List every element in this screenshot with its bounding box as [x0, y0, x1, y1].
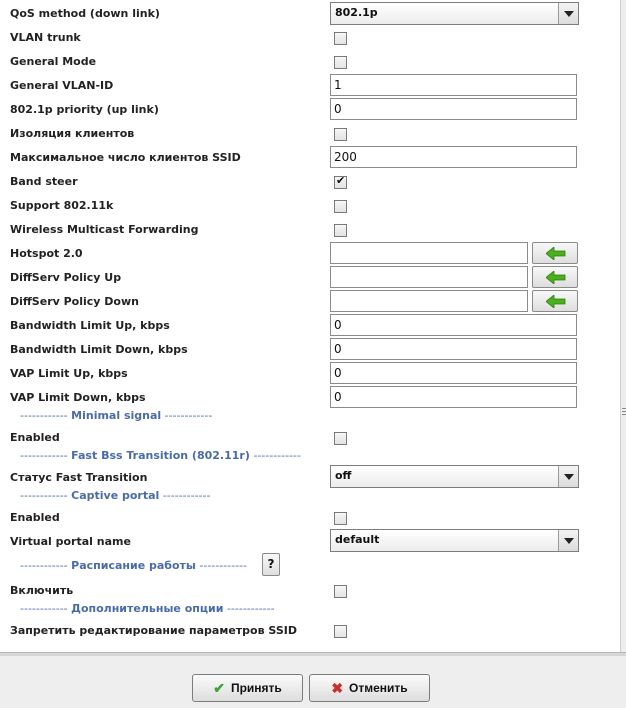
band-steer-checkbox[interactable] [334, 174, 347, 189]
fast-transition-status-select[interactable]: off [330, 465, 579, 488]
ssid-settings-form: QoS method (down link) 802.1p VLAN trunk… [0, 0, 620, 648]
chevron-down-icon[interactable] [558, 3, 578, 24]
max-clients-input[interactable]: 200 [330, 146, 577, 168]
vlan-trunk-label: VLAN trunk [10, 31, 81, 44]
captive-portal-enabled-checkbox[interactable] [334, 512, 347, 525]
virtual-portal-name-value: default [335, 533, 380, 546]
vap-down-input[interactable]: 0 [330, 386, 577, 408]
support-80211k-label: Support 802.11k [10, 199, 114, 212]
qos-method-value: 802.1p [335, 6, 378, 19]
scrollbar-grip [622, 414, 626, 415]
minimal-signal-enabled-checkbox[interactable] [334, 432, 347, 445]
cancel-button-label: Отменить [349, 681, 408, 695]
vap-down-label: VAP Limit Down, kbps [10, 391, 146, 404]
forbid-edit-checkbox[interactable] [334, 625, 347, 638]
scrollbar-grip [622, 408, 626, 409]
section-dashes-right: ------------ [162, 489, 211, 502]
scrollbar-grip [622, 411, 626, 412]
diffserv-down-apply-button[interactable] [532, 290, 578, 312]
accept-button-label: Принять [230, 681, 282, 695]
fast-transition-status-value: off [335, 469, 352, 482]
forbid-edit-label: Запретить редактирование параметров SSID [10, 624, 297, 637]
captive-portal-title: Captive portal [71, 489, 160, 502]
section-dashes-right: ------------ [199, 559, 247, 572]
fast-bss-section: ------------ Fast Bss Transition (802.11… [20, 449, 301, 463]
bw-up-input[interactable]: 0 [330, 314, 577, 336]
section-dashes-right: ------------ [253, 449, 301, 462]
captive-portal-section: ------------ Captive portal ------------ [20, 489, 210, 503]
arrow-left-icon [546, 247, 566, 260]
qos-method-select[interactable]: 802.1p [330, 2, 579, 25]
client-isolation-label: Изоляция клиентов [10, 127, 135, 140]
schedule-title: Расписание работы [71, 559, 196, 572]
x-icon: ✖ [331, 680, 344, 696]
schedule-section: ------------ Расписание работы ---------… [20, 559, 247, 573]
extra-options-title: Дополнительные опции [71, 602, 224, 615]
hotspot20-input[interactable] [330, 242, 528, 264]
section-dashes-left: ------------ [20, 559, 68, 572]
bw-up-label: Bandwidth Limit Up, kbps [10, 319, 170, 332]
chevron-down-icon[interactable] [558, 530, 578, 551]
hotspot20-label: Hotspot 2.0 [10, 247, 83, 260]
diffserv-down-input[interactable] [330, 290, 528, 312]
check-icon: ✔ [213, 680, 225, 696]
section-dashes-right: ------------ [226, 602, 275, 615]
bw-down-input[interactable]: 0 [330, 338, 577, 360]
diffserv-up-label: DiffServ Policy Up [10, 271, 122, 284]
arrow-left-icon [546, 271, 566, 284]
general-mode-checkbox[interactable] [334, 56, 347, 69]
accept-button[interactable]: ✔ Принять [192, 674, 303, 702]
general-vlan-id-label: General VLAN-ID [10, 79, 114, 92]
section-dashes-left: ------------ [20, 602, 68, 615]
band-steer-label: Band steer [10, 175, 78, 188]
diffserv-down-label: DiffServ Policy Down [10, 295, 139, 308]
priority-up-input[interactable]: 0 [330, 98, 577, 120]
diffserv-up-input[interactable] [330, 266, 528, 288]
vlan-trunk-checkbox[interactable] [334, 32, 347, 45]
support-80211k-checkbox[interactable] [334, 200, 347, 213]
extra-options-section: ------------ Дополнительные опции ------… [20, 602, 275, 616]
wireless-multicast-checkbox[interactable] [334, 224, 347, 237]
minimal-signal-section: ------------ Minimal signal ------------ [20, 409, 212, 423]
diffserv-up-apply-button[interactable] [532, 266, 578, 288]
wireless-multicast-label: Wireless Multicast Forwarding [10, 223, 199, 236]
minimal-signal-title: Minimal signal [71, 409, 162, 422]
chevron-down-icon[interactable] [558, 466, 578, 487]
section-dashes-left: ------------ [20, 449, 68, 462]
vap-up-input[interactable]: 0 [330, 362, 577, 384]
general-vlan-id-input[interactable]: 1 [330, 74, 577, 96]
qos-method-label: QoS method (down link) [10, 7, 160, 20]
max-clients-label: Максимальное число клиентов SSID [10, 151, 241, 164]
virtual-portal-name-label: Virtual portal name [10, 535, 131, 548]
section-dashes-right: ------------ [164, 409, 213, 422]
vap-up-label: VAP Limit Up, kbps [10, 367, 128, 380]
schedule-help-button[interactable]: ? [262, 553, 280, 576]
minimal-signal-enabled-label: Enabled [10, 431, 60, 444]
arrow-left-icon [546, 295, 566, 308]
schedule-enable-label: Включить [10, 584, 74, 597]
general-mode-label: General Mode [10, 55, 97, 68]
client-isolation-checkbox[interactable] [334, 128, 347, 141]
fast-transition-status-label: Статус Fast Transition [10, 471, 148, 484]
hotspot20-apply-button[interactable] [532, 242, 578, 264]
schedule-enable-checkbox[interactable] [334, 585, 347, 598]
section-dashes-left: ------------ [20, 409, 68, 422]
captive-portal-enabled-label: Enabled [10, 511, 60, 524]
section-dashes-left: ------------ [20, 489, 68, 502]
vertical-scrollbar[interactable] [620, 0, 626, 652]
cancel-button[interactable]: ✖ Отменить [309, 674, 430, 702]
bw-down-label: Bandwidth Limit Down, kbps [10, 343, 188, 356]
virtual-portal-name-select[interactable]: default [330, 529, 579, 552]
priority-up-label: 802.1p priority (up link) [10, 103, 159, 116]
fast-bss-title: Fast Bss Transition (802.11r) [71, 449, 250, 462]
